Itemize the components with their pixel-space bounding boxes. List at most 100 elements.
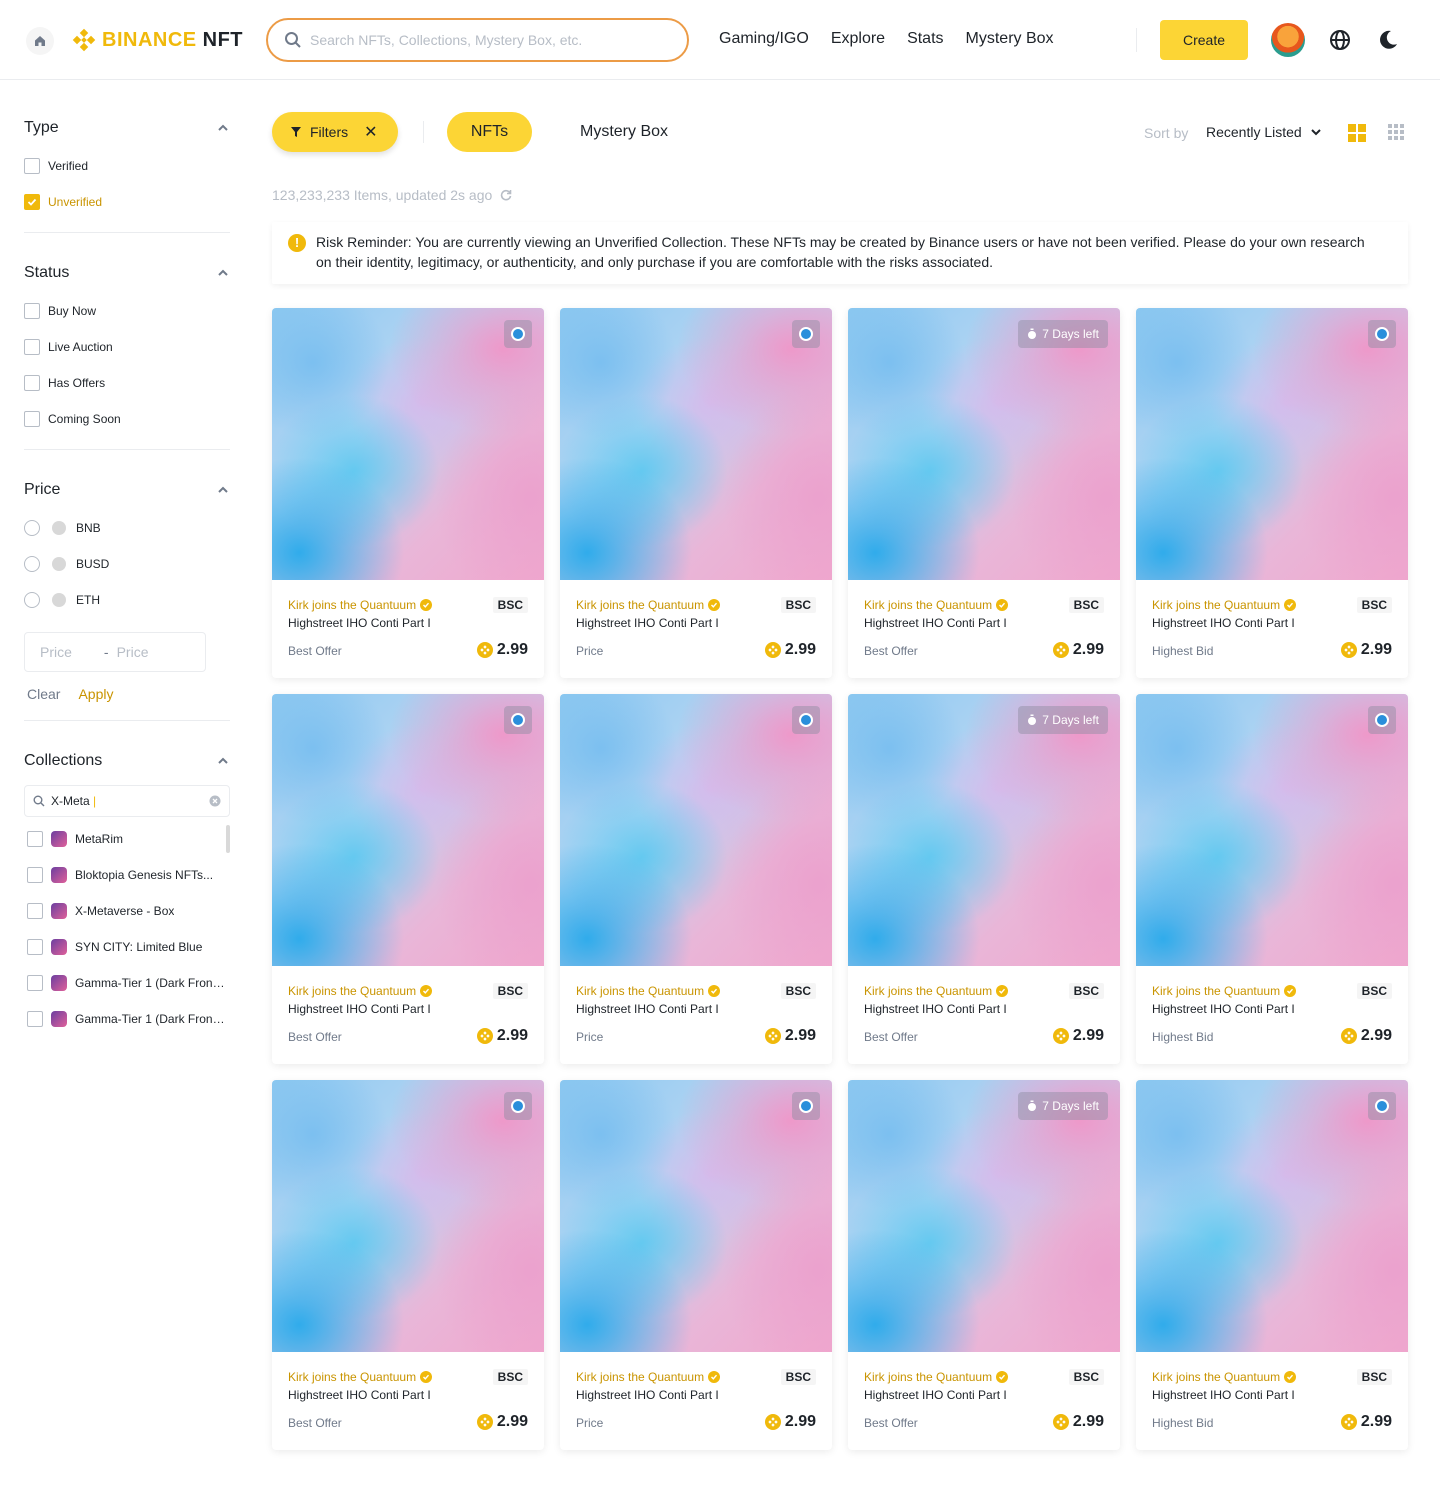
collection-link[interactable]: Kirk joins the Quantuum <box>1152 598 1297 612</box>
collections-header[interactable]: Collections <box>24 749 230 773</box>
collection-item[interactable]: Bloktopia Genesis NFTs... <box>24 857 230 893</box>
checkbox[interactable] <box>24 339 40 355</box>
type-header[interactable]: Type <box>24 116 230 140</box>
nft-card[interactable]: 7 Days left Kirk joins the Quantuum BSC … <box>848 1080 1120 1450</box>
checkbox[interactable] <box>27 975 43 991</box>
nft-image[interactable] <box>560 694 832 966</box>
nft-image[interactable]: 7 Days left <box>848 308 1120 580</box>
collection-link[interactable]: Kirk joins the Quantuum <box>1152 1370 1297 1384</box>
type-option-verified[interactable]: Verified <box>24 148 230 184</box>
status-option-live-auction[interactable]: Live Auction <box>24 329 230 365</box>
nft-image[interactable]: 7 Days left <box>848 694 1120 966</box>
radio-button[interactable] <box>24 592 40 608</box>
collection-item[interactable]: SYN CITY: Limited Blue <box>24 929 230 965</box>
nft-card[interactable]: 7 Days left Kirk joins the Quantuum BSC … <box>848 308 1120 678</box>
collection-link[interactable]: Kirk joins the Quantuum <box>288 984 433 998</box>
checkbox[interactable] <box>27 939 43 955</box>
nft-image[interactable] <box>272 694 544 966</box>
checkbox-checked[interactable] <box>24 194 40 210</box>
status-option-has-offers[interactable]: Has Offers <box>24 365 230 401</box>
checkbox[interactable] <box>24 158 40 174</box>
collection-link[interactable]: Kirk joins the Quantuum <box>576 598 721 612</box>
checkbox[interactable] <box>27 831 43 847</box>
price-header[interactable]: Price <box>24 478 230 502</box>
create-button[interactable]: Create <box>1160 20 1248 60</box>
nft-card[interactable]: Kirk joins the Quantuum BSC Highstreet I… <box>272 1080 544 1450</box>
search-bar[interactable] <box>266 18 689 62</box>
search-input[interactable] <box>310 32 670 48</box>
currency-option-busd[interactable]: BUSD <box>24 546 230 582</box>
apply-button[interactable]: Apply <box>78 686 113 702</box>
collection-link[interactable]: Kirk joins the Quantuum <box>864 598 1009 612</box>
checkbox[interactable] <box>27 1011 43 1027</box>
user-avatar[interactable] <box>1271 23 1305 57</box>
collection-list-scrollbar[interactable] <box>226 825 230 853</box>
binance-nft-logo[interactable]: BINANCE NFT <box>72 28 243 52</box>
collection-item[interactable]: MetaRim <box>24 821 230 857</box>
nft-card[interactable]: 7 Days left Kirk joins the Quantuum BSC … <box>848 694 1120 1064</box>
radio-button[interactable] <box>24 520 40 536</box>
nft-image[interactable] <box>560 1080 832 1352</box>
nft-card[interactable]: Kirk joins the Quantuum BSC Highstreet I… <box>560 308 832 678</box>
nft-card[interactable]: Kirk joins the Quantuum BSC Highstreet I… <box>560 694 832 1064</box>
nft-card[interactable]: Kirk joins the Quantuum BSC Highstreet I… <box>1136 308 1408 678</box>
nft-card[interactable]: Kirk joins the Quantuum BSC Highstreet I… <box>1136 1080 1408 1450</box>
collection-link[interactable]: Kirk joins the Quantuum <box>1152 984 1297 998</box>
nft-image[interactable] <box>272 308 544 580</box>
large-grid-view-icon[interactable] <box>1348 124 1366 142</box>
currency-option-bnb[interactable]: BNB <box>24 510 230 546</box>
nft-card[interactable]: Kirk joins the Quantuum BSC Highstreet I… <box>560 1080 832 1450</box>
bnb-coin-icon <box>1052 1028 1069 1044</box>
nav-stats[interactable]: Stats <box>907 30 943 48</box>
price-min-input[interactable]: Price <box>40 644 72 660</box>
globe-icon[interactable] <box>1329 29 1351 51</box>
checkbox[interactable] <box>27 867 43 883</box>
checkbox[interactable] <box>27 903 43 919</box>
close-icon[interactable]: ✕ <box>364 122 377 142</box>
dark-mode-icon[interactable] <box>1377 29 1399 51</box>
collection-link[interactable]: Kirk joins the Quantuum <box>288 598 433 612</box>
currency-option-eth[interactable]: ETH <box>24 582 230 618</box>
sort-dropdown[interactable]: Recently Listed <box>1206 124 1322 140</box>
nft-card[interactable]: Kirk joins the Quantuum BSC Highstreet I… <box>272 694 544 1064</box>
status-option-coming-soon[interactable]: Coming Soon <box>24 401 230 437</box>
status-header[interactable]: Status <box>24 261 230 285</box>
type-option-unverified[interactable]: Unverified <box>24 184 230 220</box>
nft-image[interactable] <box>1136 694 1408 966</box>
small-grid-view-icon[interactable] <box>1388 124 1404 140</box>
collection-link[interactable]: Kirk joins the Quantuum <box>576 1370 721 1384</box>
collection-link[interactable]: Kirk joins the Quantuum <box>864 984 1009 998</box>
collection-item[interactable]: Gamma-Tier 1 (Dark Front... <box>24 1001 230 1037</box>
home-button[interactable] <box>26 27 54 55</box>
nft-card[interactable]: Kirk joins the Quantuum BSC Highstreet I… <box>1136 694 1408 1064</box>
nft-image[interactable] <box>560 308 832 580</box>
price-range-input[interactable]: Price - Price <box>24 632 206 672</box>
nft-image[interactable] <box>272 1080 544 1352</box>
nft-image[interactable] <box>1136 308 1408 580</box>
collection-item[interactable]: X-Metaverse - Box <box>24 893 230 929</box>
refresh-icon[interactable] <box>500 189 512 201</box>
filters-toggle-button[interactable]: Filters ✕ <box>272 112 398 152</box>
status-option-buy-now[interactable]: Buy Now <box>24 293 230 329</box>
collection-link[interactable]: Kirk joins the Quantuum <box>864 1370 1009 1384</box>
clear-input-icon[interactable] <box>209 795 221 807</box>
nav-mystery-box[interactable]: Mystery Box <box>966 30 1054 48</box>
collection-link[interactable]: Kirk joins the Quantuum <box>288 1370 433 1384</box>
radio-button[interactable] <box>24 556 40 572</box>
nav-explore[interactable]: Explore <box>831 30 885 48</box>
nav-gaming-igo[interactable]: Gaming/IGO <box>719 30 809 48</box>
checkbox[interactable] <box>24 375 40 391</box>
checkbox[interactable] <box>24 303 40 319</box>
checkbox[interactable] <box>24 411 40 427</box>
price-max-input[interactable]: Price <box>117 644 149 660</box>
tab-mystery-box[interactable]: Mystery Box <box>580 123 668 141</box>
collection-search-input[interactable]: X-Meta | <box>24 785 230 817</box>
collection-link[interactable]: Kirk joins the Quantuum <box>576 984 721 998</box>
nft-image[interactable] <box>1136 1080 1408 1352</box>
nft-card[interactable]: Kirk joins the Quantuum BSC Highstreet I… <box>272 308 544 678</box>
collection-item[interactable]: Gamma-Tier 1 (Dark Front... <box>24 965 230 1001</box>
clear-button[interactable]: Clear <box>27 686 60 702</box>
tab-nfts[interactable]: NFTs <box>447 112 532 152</box>
nft-image[interactable]: 7 Days left <box>848 1080 1120 1352</box>
section-divider <box>24 449 230 450</box>
